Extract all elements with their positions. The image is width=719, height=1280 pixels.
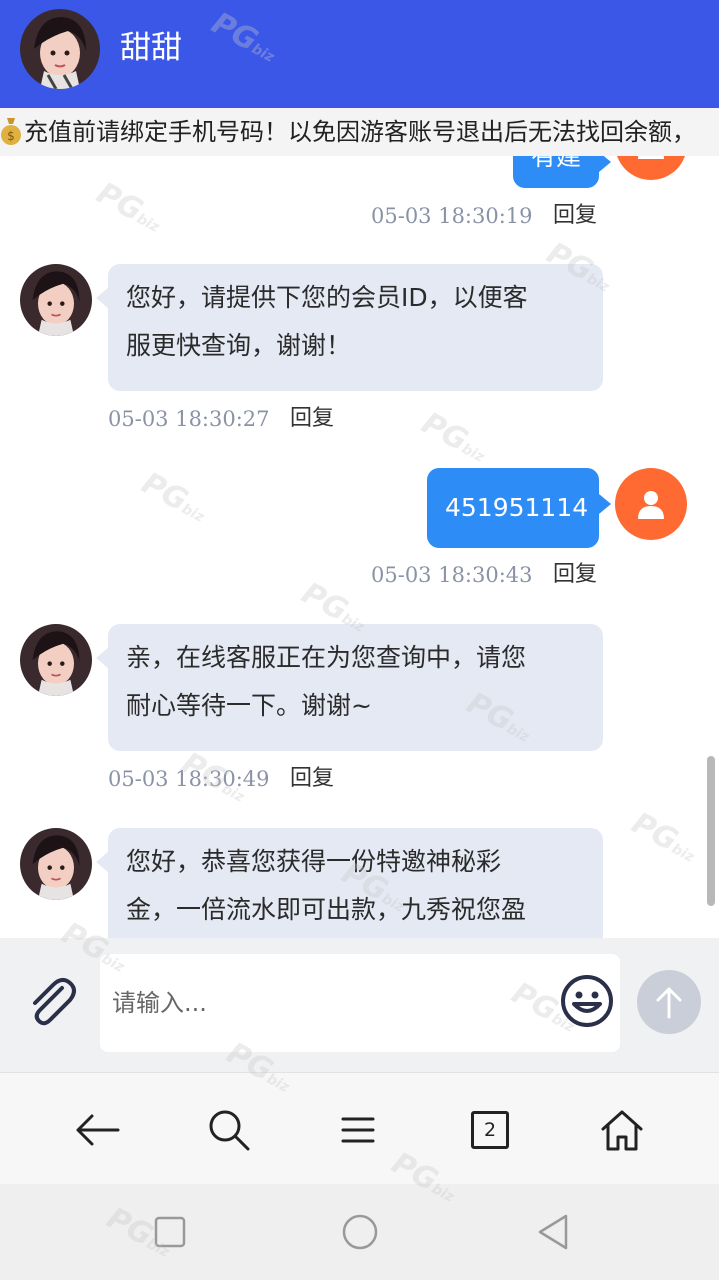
menu-button[interactable] — [335, 1107, 381, 1153]
home-circle-icon[interactable] — [340, 1212, 380, 1252]
message-time: 05-03 18:30:27 — [108, 407, 270, 431]
arrow-left-icon — [76, 1114, 120, 1146]
scrollbar[interactable] — [707, 756, 715, 906]
message-bubble-sent[interactable]: 451951114 — [427, 468, 611, 548]
notice-text: 充值前请绑定手机号码！以免因游客账号退出后无法找回余额， — [24, 118, 696, 146]
reply-link[interactable]: 回复 — [290, 764, 334, 794]
menu-icon — [341, 1117, 375, 1143]
arrow-up-icon — [656, 987, 682, 1019]
message-input[interactable] — [100, 954, 620, 1052]
message-time: 05-03 18:30:49 — [108, 767, 270, 791]
message-time: 05-03 18:30:19 — [371, 204, 533, 228]
svg-text:$: $ — [7, 129, 15, 143]
emoji-icon[interactable] — [560, 974, 614, 1028]
message-input-bar — [0, 938, 719, 1072]
message-time: 05-03 18:30:43 — [371, 563, 533, 587]
page-title: 甜甜 — [120, 30, 182, 66]
chat-area[interactable]: 有建 05-03 18:30:19 回复 您好，请提供下您的会员ID，以便客 服… — [0, 156, 719, 938]
agent-avatar[interactable] — [20, 624, 92, 696]
chat-header: 甜甜 — [0, 0, 719, 108]
user-avatar[interactable] — [615, 468, 687, 540]
send-button[interactable] — [637, 970, 701, 1034]
message-bubble-received[interactable]: 您好，请提供下您的会员ID，以便客 服更快查询，谢谢！ — [96, 264, 603, 391]
back-button[interactable] — [74, 1107, 120, 1153]
system-navigation-bar — [0, 1184, 719, 1280]
search-button[interactable] — [206, 1107, 252, 1153]
search-icon — [209, 1110, 250, 1151]
user-avatar[interactable] — [615, 156, 687, 180]
reply-link[interactable]: 回复 — [553, 560, 597, 590]
user-icon — [638, 491, 664, 519]
agent-avatar[interactable] — [20, 828, 92, 900]
home-button[interactable] — [599, 1107, 645, 1153]
home-icon — [601, 1110, 643, 1151]
browser-toolbar: 2 — [0, 1072, 719, 1184]
agent-avatar[interactable] — [20, 264, 92, 336]
recents-icon[interactable] — [150, 1212, 190, 1252]
tab-count: 2 — [471, 1111, 509, 1149]
user-icon — [638, 156, 664, 159]
paperclip-icon[interactable] — [22, 974, 78, 1030]
notice-bar: $ 充值前请绑定手机号码！以免因游客账号退出后无法找回余额， — [0, 108, 719, 156]
message-bubble-sent[interactable]: 有建 — [513, 156, 611, 188]
reply-link[interactable]: 回复 — [290, 404, 334, 434]
back-triangle-icon[interactable] — [534, 1212, 574, 1252]
tabs-button[interactable]: 2 — [467, 1107, 513, 1153]
money-bag-icon: $ — [1, 118, 21, 145]
message-bubble-received[interactable]: 亲，在线客服正在为您查询中，请您 耐心等待一下。谢谢~ — [96, 624, 603, 751]
agent-avatar[interactable] — [20, 9, 100, 89]
message-bubble-received[interactable]: 您好，恭喜您获得一份特邀神秘彩 金，一倍流水即可出款，九秀祝您盈 — [96, 828, 603, 938]
reply-link[interactable]: 回复 — [553, 201, 597, 231]
